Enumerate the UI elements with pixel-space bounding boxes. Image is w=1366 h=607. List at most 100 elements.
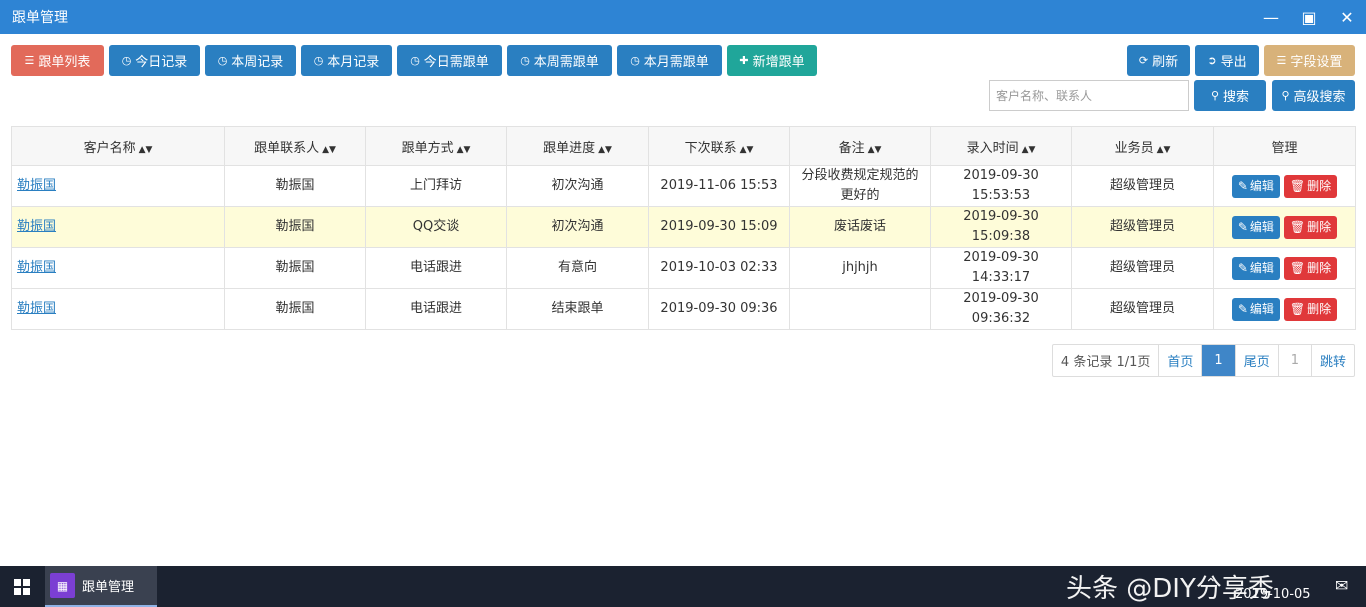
search-bar: 客户名称、联系人 ⚲ 搜索 ⚲ 高级搜索 — [989, 80, 1355, 111]
method-cell: 电话跟进 — [365, 288, 507, 330]
col-entered[interactable]: 录入时间 ▲▼ — [930, 126, 1072, 166]
taskbar-app-button[interactable]: ▦ 跟单管理 — [45, 566, 157, 607]
taskbar: ▦ 跟单管理 头条 @DIY分享秀 ⌃ 2019-10-05 ✉ — [0, 566, 1366, 607]
app-icon: ▦ — [50, 573, 75, 598]
col-method[interactable]: 跟单方式 ▲▼ — [365, 126, 507, 166]
clock-icon: ◷ — [630, 54, 640, 67]
advanced-search-button[interactable]: ⚲ 高级搜索 — [1272, 80, 1355, 111]
sort-icon: ▲▼ — [1021, 144, 1036, 155]
sort-icon: ▲▼ — [739, 144, 754, 155]
close-icon[interactable]: ✕ — [1328, 0, 1366, 34]
sort-icon: ▲▼ — [322, 144, 336, 155]
edit-button[interactable]: ✎ 编辑 — [1231, 297, 1280, 321]
note-cell: 废话废话 — [789, 206, 931, 248]
col-staff[interactable]: 业务员 ▲▼ — [1071, 126, 1214, 166]
entered-cell: 2019-09-30 15:09:38 — [930, 206, 1072, 248]
week-due-button[interactable]: ◷ 本周需跟单 — [507, 45, 612, 76]
current-page[interactable]: 1 — [1201, 345, 1235, 376]
minimize-icon[interactable]: — — [1252, 0, 1290, 34]
progress-cell: 初次沟通 — [506, 206, 649, 248]
table-row: 勒振国 勒振国 上门拜访 初次沟通 2019-11-06 15:53 分段收费规… — [11, 165, 1356, 207]
export-button[interactable]: ➲ 导出 — [1195, 45, 1259, 76]
edit-button[interactable]: ✎ 编辑 — [1231, 174, 1280, 198]
sort-icon: ▲▼ — [598, 144, 612, 155]
sort-icon: ▲▼ — [138, 144, 153, 155]
jump-button[interactable]: 跳转 — [1310, 345, 1354, 376]
col-manage: 管理 — [1213, 126, 1356, 166]
col-next-contact[interactable]: 下次联系 ▲▼ — [648, 126, 790, 166]
first-page-link[interactable]: 首页 — [1158, 345, 1201, 376]
add-followup-button[interactable]: ✚ 新增跟单 — [727, 45, 817, 76]
staff-cell: 超级管理员 — [1071, 206, 1214, 248]
trash-icon: 🗑 — [1289, 302, 1306, 316]
staff-cell: 超级管理员 — [1071, 288, 1214, 330]
refresh-icon: ⟳ — [1138, 54, 1149, 67]
week-record-button[interactable]: ◷ 本周记录 — [205, 45, 296, 76]
title-bar: 跟单管理 — ▣ ✕ — [0, 0, 1366, 34]
contact-cell: 勒振国 — [224, 247, 366, 289]
col-note[interactable]: 备注 ▲▼ — [789, 126, 931, 166]
col-progress[interactable]: 跟单进度 ▲▼ — [506, 126, 649, 166]
delete-button[interactable]: 🗑 删除 — [1283, 297, 1338, 321]
progress-cell: 结束跟单 — [506, 288, 649, 330]
trash-icon: 🗑 — [1289, 220, 1306, 234]
search-input[interactable]: 客户名称、联系人 — [989, 80, 1189, 111]
pagination: 4 条记录 1/1页 首页 1 尾页 1 跳转 — [1051, 344, 1355, 377]
progress-cell: 初次沟通 — [506, 165, 649, 207]
edit-icon: ✎ — [1237, 261, 1248, 275]
entered-cell: 2019-09-30 15:53:53 — [930, 165, 1072, 207]
next-contact-cell: 2019-09-30 15:09 — [648, 206, 790, 248]
notification-icon[interactable]: ✉ — [1335, 576, 1348, 595]
table-header: 客户名称 ▲▼ 跟单联系人 ▲▼ 跟单方式 ▲▼ 跟单进度 ▲▼ 下次联系 ▲▼ 备注 ▲▼… — [11, 126, 1356, 166]
entered-cell: 2019-09-30 09:36:32 — [930, 288, 1072, 330]
method-cell: 电话跟进 — [365, 247, 507, 289]
note-cell: jhjhjh — [789, 247, 931, 289]
sort-icon: ▲▼ — [456, 144, 471, 155]
method-cell: 上门拜访 — [365, 165, 507, 207]
contact-cell: 勒振国 — [224, 165, 366, 207]
customer-link[interactable]: 勒振国 — [17, 219, 56, 234]
windows-start-icon[interactable] — [0, 566, 44, 607]
trash-icon: 🗑 — [1289, 179, 1306, 193]
refresh-button[interactable]: ⟳ 刷新 — [1127, 45, 1190, 76]
today-due-button[interactable]: ◷ 今日需跟单 — [397, 45, 502, 76]
note-cell — [789, 288, 931, 330]
customer-link[interactable]: 勒振国 — [17, 178, 56, 193]
table-row: 勒振国 勒振国 电话跟进 有意向 2019-10-03 02:33 jhjhjh… — [11, 247, 1356, 289]
search-icon: ⚲ — [1210, 89, 1220, 102]
contact-cell: 勒振国 — [224, 288, 366, 330]
edit-icon: ✎ — [1237, 179, 1248, 193]
clock-icon: ◷ — [121, 54, 132, 67]
entered-cell: 2019-09-30 14:33:17 — [930, 247, 1072, 289]
delete-button[interactable]: 🗑 删除 — [1283, 256, 1338, 280]
edit-button[interactable]: ✎ 编辑 — [1231, 215, 1280, 239]
sort-icon: ▲▼ — [1156, 144, 1171, 155]
next-contact-cell: 2019-10-03 02:33 — [648, 247, 790, 289]
customer-link[interactable]: 勒振国 — [17, 260, 56, 275]
clock-date[interactable]: 2019-10-05 — [1235, 587, 1311, 602]
edit-button[interactable]: ✎ 编辑 — [1231, 256, 1280, 280]
col-customer[interactable]: 客户名称 ▲▼ — [11, 126, 225, 166]
clock-icon: ◷ — [520, 54, 530, 67]
list-button[interactable]: ☰ 跟单列表 — [11, 45, 104, 76]
next-contact-cell: 2019-11-06 15:53 — [648, 165, 790, 207]
followup-table: 客户名称 ▲▼ 跟单联系人 ▲▼ 跟单方式 ▲▼ 跟单进度 ▲▼ 下次联系 ▲▼ 备注 ▲▼… — [11, 126, 1356, 330]
customer-link[interactable]: 勒振国 — [17, 301, 56, 316]
export-icon: ➲ — [1207, 54, 1217, 67]
last-page-link[interactable]: 尾页 — [1234, 345, 1278, 376]
staff-cell: 超级管理员 — [1071, 247, 1214, 289]
month-record-button[interactable]: ◷ 本月记录 — [301, 45, 392, 76]
record-summary: 4 条记录 1/1页 — [1060, 355, 1151, 370]
month-due-button[interactable]: ◷ 本月需跟单 — [617, 45, 722, 76]
maximize-icon[interactable]: ▣ — [1290, 0, 1328, 34]
delete-button[interactable]: 🗑 删除 — [1283, 215, 1338, 239]
field-settings-button[interactable]: ☰ 字段设置 — [1264, 45, 1355, 76]
jump-page-input[interactable]: 1 — [1277, 345, 1311, 376]
delete-button[interactable]: 🗑 删除 — [1283, 174, 1338, 198]
col-contact[interactable]: 跟单联系人 ▲▼ — [224, 126, 366, 166]
staff-cell: 超级管理员 — [1071, 165, 1214, 207]
today-record-button[interactable]: ◷ 今日记录 — [109, 45, 200, 76]
edit-icon: ✎ — [1237, 302, 1248, 316]
search-button[interactable]: ⚲ 搜索 — [1194, 80, 1266, 111]
tray-chevron-icon[interactable]: ⌃ — [1205, 576, 1217, 592]
